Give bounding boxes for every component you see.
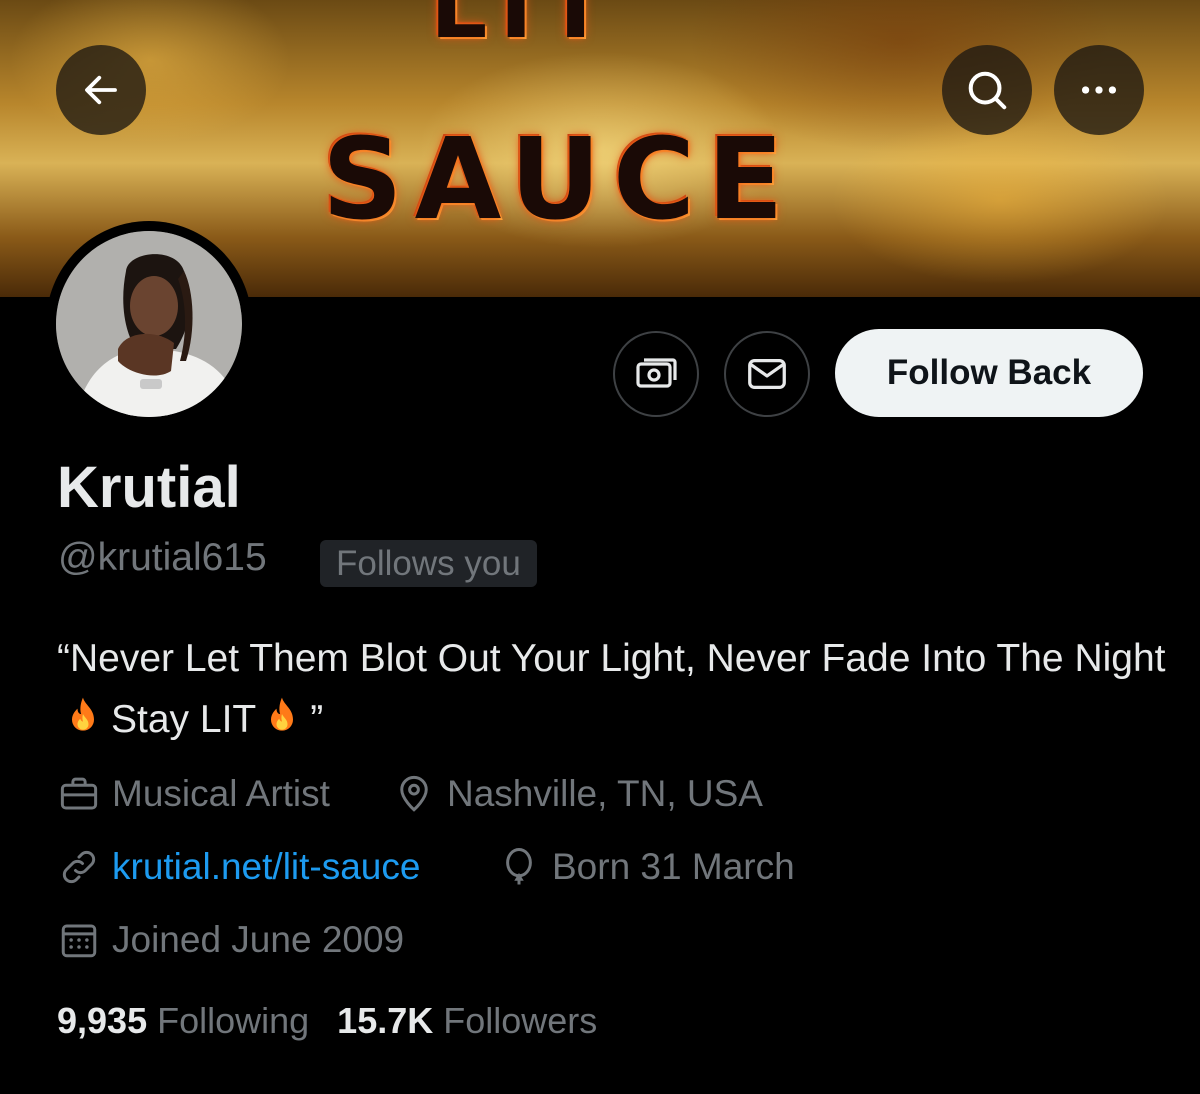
profile-category: Musical Artist: [58, 773, 330, 815]
arrow-left-icon: [85, 75, 117, 105]
follows-you-badge: Follows you: [320, 540, 537, 587]
birthday-text: Born 31 March: [552, 846, 795, 887]
search-icon: [968, 71, 1007, 110]
profile-website[interactable]: krutial.net/lit-sauce: [58, 846, 420, 888]
balloon-icon: [506, 848, 532, 885]
avatar: [56, 231, 242, 417]
location-pin-icon: [400, 775, 428, 812]
more-button[interactable]: [1054, 45, 1144, 135]
profile-stats: 9,935 Following 15.7K Followers: [57, 1000, 597, 1042]
bio: “Never Let Them Blot Out Your Light, Nev…: [57, 628, 1167, 756]
followers-label: Followers: [443, 1000, 598, 1041]
location-text: Nashville, TN, USA: [447, 773, 763, 814]
message-button[interactable]: [724, 331, 810, 417]
following-link[interactable]: 9,935 Following: [57, 1000, 309, 1042]
bio-text-2: Stay LIT: [111, 698, 257, 741]
joined-text: Joined June 2009: [112, 919, 405, 960]
money-icon: [636, 358, 677, 388]
fire-emoji-icon: [260, 694, 304, 756]
profile-birthday: Born 31 March: [498, 846, 795, 888]
followers-count: 15.7K: [337, 1000, 434, 1041]
following-count: 9,935: [57, 1000, 148, 1041]
follow-back-button[interactable]: Follow Back: [835, 329, 1143, 417]
profile-location: Nashville, TN, USA: [393, 773, 763, 815]
banner-text-main: SAUCE: [322, 115, 796, 245]
bio-text-1: “Never Let Them Blot Out Your Light, Nev…: [57, 637, 1166, 680]
link-icon: [62, 850, 96, 884]
mail-icon: [748, 358, 786, 390]
more-horizontal-icon: [1081, 86, 1117, 94]
profile-joined: Joined June 2009: [58, 919, 404, 961]
username-handle: @krutial615: [58, 536, 267, 579]
following-label: Following: [157, 1000, 310, 1041]
banner-text-top: LIT: [430, 0, 619, 59]
category-text: Musical Artist: [112, 773, 330, 814]
briefcase-icon: [60, 777, 98, 810]
tip-button[interactable]: [613, 331, 699, 417]
display-name: Krutial: [57, 455, 241, 520]
fire-emoji-icon: [61, 694, 105, 756]
avatar-container[interactable]: [46, 221, 252, 427]
back-button[interactable]: [56, 45, 146, 135]
search-button[interactable]: [942, 45, 1032, 135]
bio-text-3: ”: [310, 698, 324, 741]
followers-link[interactable]: 15.7K Followers: [337, 1000, 597, 1042]
calendar-icon: [61, 924, 97, 958]
website-link[interactable]: krutial.net/lit-sauce: [112, 846, 420, 888]
